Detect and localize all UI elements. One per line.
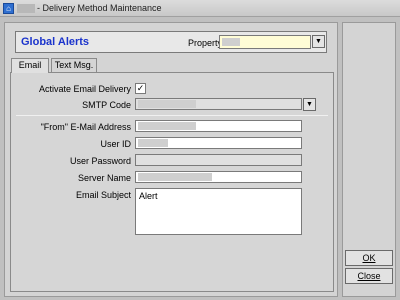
activate-email-checkbox[interactable]: ✓ [135,83,146,94]
user-id-label: User ID [100,139,131,149]
email-subject-label: Email Subject [75,190,131,200]
section-divider [16,115,328,116]
property-dropdown-button[interactable]: ▼ [312,35,325,48]
app-icon[interactable]: ⌂ [3,3,14,14]
window-title: - Delivery Method Maintenance [37,3,162,13]
property-field[interactable] [219,35,311,49]
action-panel: OK Close [342,22,396,297]
main-panel: Global Alerts Property ▼ Email Text Msg.… [4,22,338,297]
page-title: Global Alerts [21,36,90,48]
email-subject-field[interactable]: Alert [135,188,302,235]
smtp-dropdown-button[interactable]: ▼ [303,98,316,111]
activate-email-label: Activate Email Delivery [38,84,131,94]
tab-email[interactable]: Email [11,58,49,73]
header-box: Global Alerts Property ▼ [15,31,327,53]
tab-text-msg[interactable]: Text Msg. [51,58,97,72]
property-redacted [222,38,240,46]
smtp-code-field[interactable] [135,98,302,110]
user-id-field[interactable] [135,137,302,149]
smtp-redacted [138,100,196,108]
arrow-down-icon: ▼ [306,101,313,108]
email-tab-panel: Activate Email Delivery ✓ SMTP Code ▼ "F… [10,72,334,292]
from-email-field[interactable] [135,120,302,132]
user-password-label: User Password [69,156,131,166]
userid-redacted [138,139,168,147]
title-bar: ⌂ - Delivery Method Maintenance [0,0,400,17]
property-label: Property [188,38,223,48]
title-redacted [17,4,35,13]
server-name-field[interactable] [135,171,302,183]
from-redacted [138,122,196,130]
close-button[interactable]: Close [345,268,393,284]
user-password-field[interactable] [135,154,302,166]
ok-button[interactable]: OK [345,250,393,266]
from-email-label: "From" E-Mail Address [40,122,131,132]
smtp-code-label: SMTP Code [82,100,131,110]
arrow-down-icon: ▼ [315,38,322,45]
server-name-label: Server Name [77,173,131,183]
server-redacted [138,173,212,181]
